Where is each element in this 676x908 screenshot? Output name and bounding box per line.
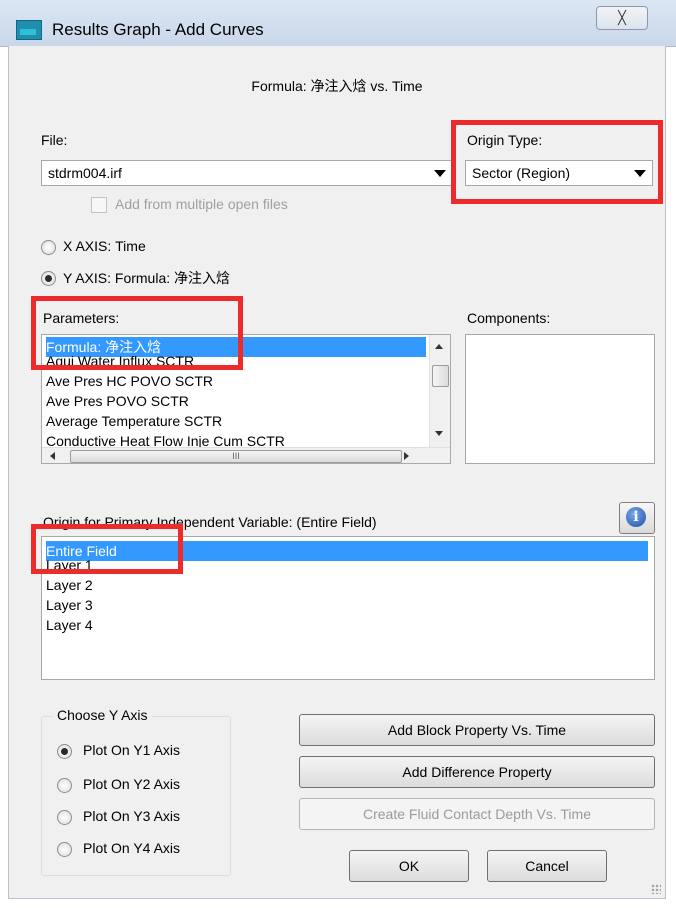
list-item[interactable]: Average Temperature SCTR	[46, 411, 222, 431]
list-item[interactable]: Ave Pres HC POVO SCTR	[46, 371, 213, 391]
file-dropdown-value: stdrm004.irf	[48, 165, 122, 181]
file-label: File:	[41, 132, 68, 148]
y2-axis-radio[interactable]	[57, 778, 72, 793]
x-axis-label: X AXIS: Time	[63, 238, 146, 254]
app-icon	[16, 20, 42, 40]
info-icon: i	[626, 507, 646, 527]
y3-axis-radio[interactable]	[57, 810, 72, 825]
components-list[interactable]	[465, 334, 655, 464]
scroll-left-icon[interactable]	[50, 452, 55, 460]
highlight-box-origin-type	[451, 120, 663, 204]
scroll-up-icon[interactable]	[435, 344, 443, 349]
close-button[interactable]: ╳	[596, 6, 648, 30]
y1-axis-radio[interactable]	[57, 744, 72, 759]
add-multiple-label: Add from multiple open files	[115, 196, 288, 212]
ok-button[interactable]: OK	[349, 850, 469, 882]
y3-axis-label: Plot On Y3 Axis	[83, 808, 181, 824]
y1-axis-label: Plot On Y1 Axis	[83, 742, 181, 758]
window-title: Results Graph - Add Curves	[52, 20, 264, 39]
y4-axis-label: Plot On Y4 Axis	[83, 840, 181, 856]
add-block-property-button[interactable]: Add Block Property Vs. Time	[299, 714, 655, 746]
cancel-button[interactable]: Cancel	[487, 850, 607, 882]
title-bar: Results Graph - Add Curves ╳	[0, 0, 676, 47]
dialog-body: Formula: 净注入焓 vs. Time File: stdrm004.ir…	[8, 46, 666, 899]
y-axis-radio[interactable]	[41, 271, 56, 286]
scroll-right-icon[interactable]	[404, 452, 409, 460]
y2-axis-label: Plot On Y2 Axis	[83, 776, 181, 792]
vscroll-thumb[interactable]	[432, 365, 449, 387]
x-axis-radio[interactable]	[41, 240, 56, 255]
scroll-down-icon[interactable]	[435, 431, 443, 436]
info-button[interactable]: i	[619, 502, 655, 534]
hscroll-thumb[interactable]: III	[70, 450, 402, 463]
choose-y-axis-label: Choose Y Axis	[53, 707, 152, 723]
highlight-box-parameters	[31, 296, 243, 370]
components-label: Components:	[467, 310, 551, 326]
file-dropdown[interactable]: stdrm004.irf	[41, 160, 453, 186]
formula-title: Formula: 净注入焓 vs. Time	[251, 78, 423, 94]
y4-axis-radio[interactable]	[57, 842, 72, 857]
parameters-hscrollbar[interactable]: III	[42, 447, 450, 463]
list-item[interactable]: Layer 4	[46, 615, 93, 635]
add-multiple-checkbox[interactable]	[91, 197, 107, 213]
parameters-vscrollbar[interactable]	[429, 335, 450, 447]
list-item[interactable]: Layer 2	[46, 575, 93, 595]
create-fluid-contact-button[interactable]: Create Fluid Contact Depth Vs. Time	[299, 798, 655, 830]
resize-grip-icon[interactable]	[651, 884, 661, 894]
add-difference-property-button[interactable]: Add Difference Property	[299, 756, 655, 788]
highlight-box-entire-field	[31, 524, 183, 574]
y-axis-label: Y AXIS: Formula: 净注入焓	[63, 270, 231, 286]
list-item[interactable]: Ave Pres POVO SCTR	[46, 391, 189, 411]
chevron-down-icon	[434, 170, 446, 177]
list-item[interactable]: Layer 3	[46, 595, 93, 615]
